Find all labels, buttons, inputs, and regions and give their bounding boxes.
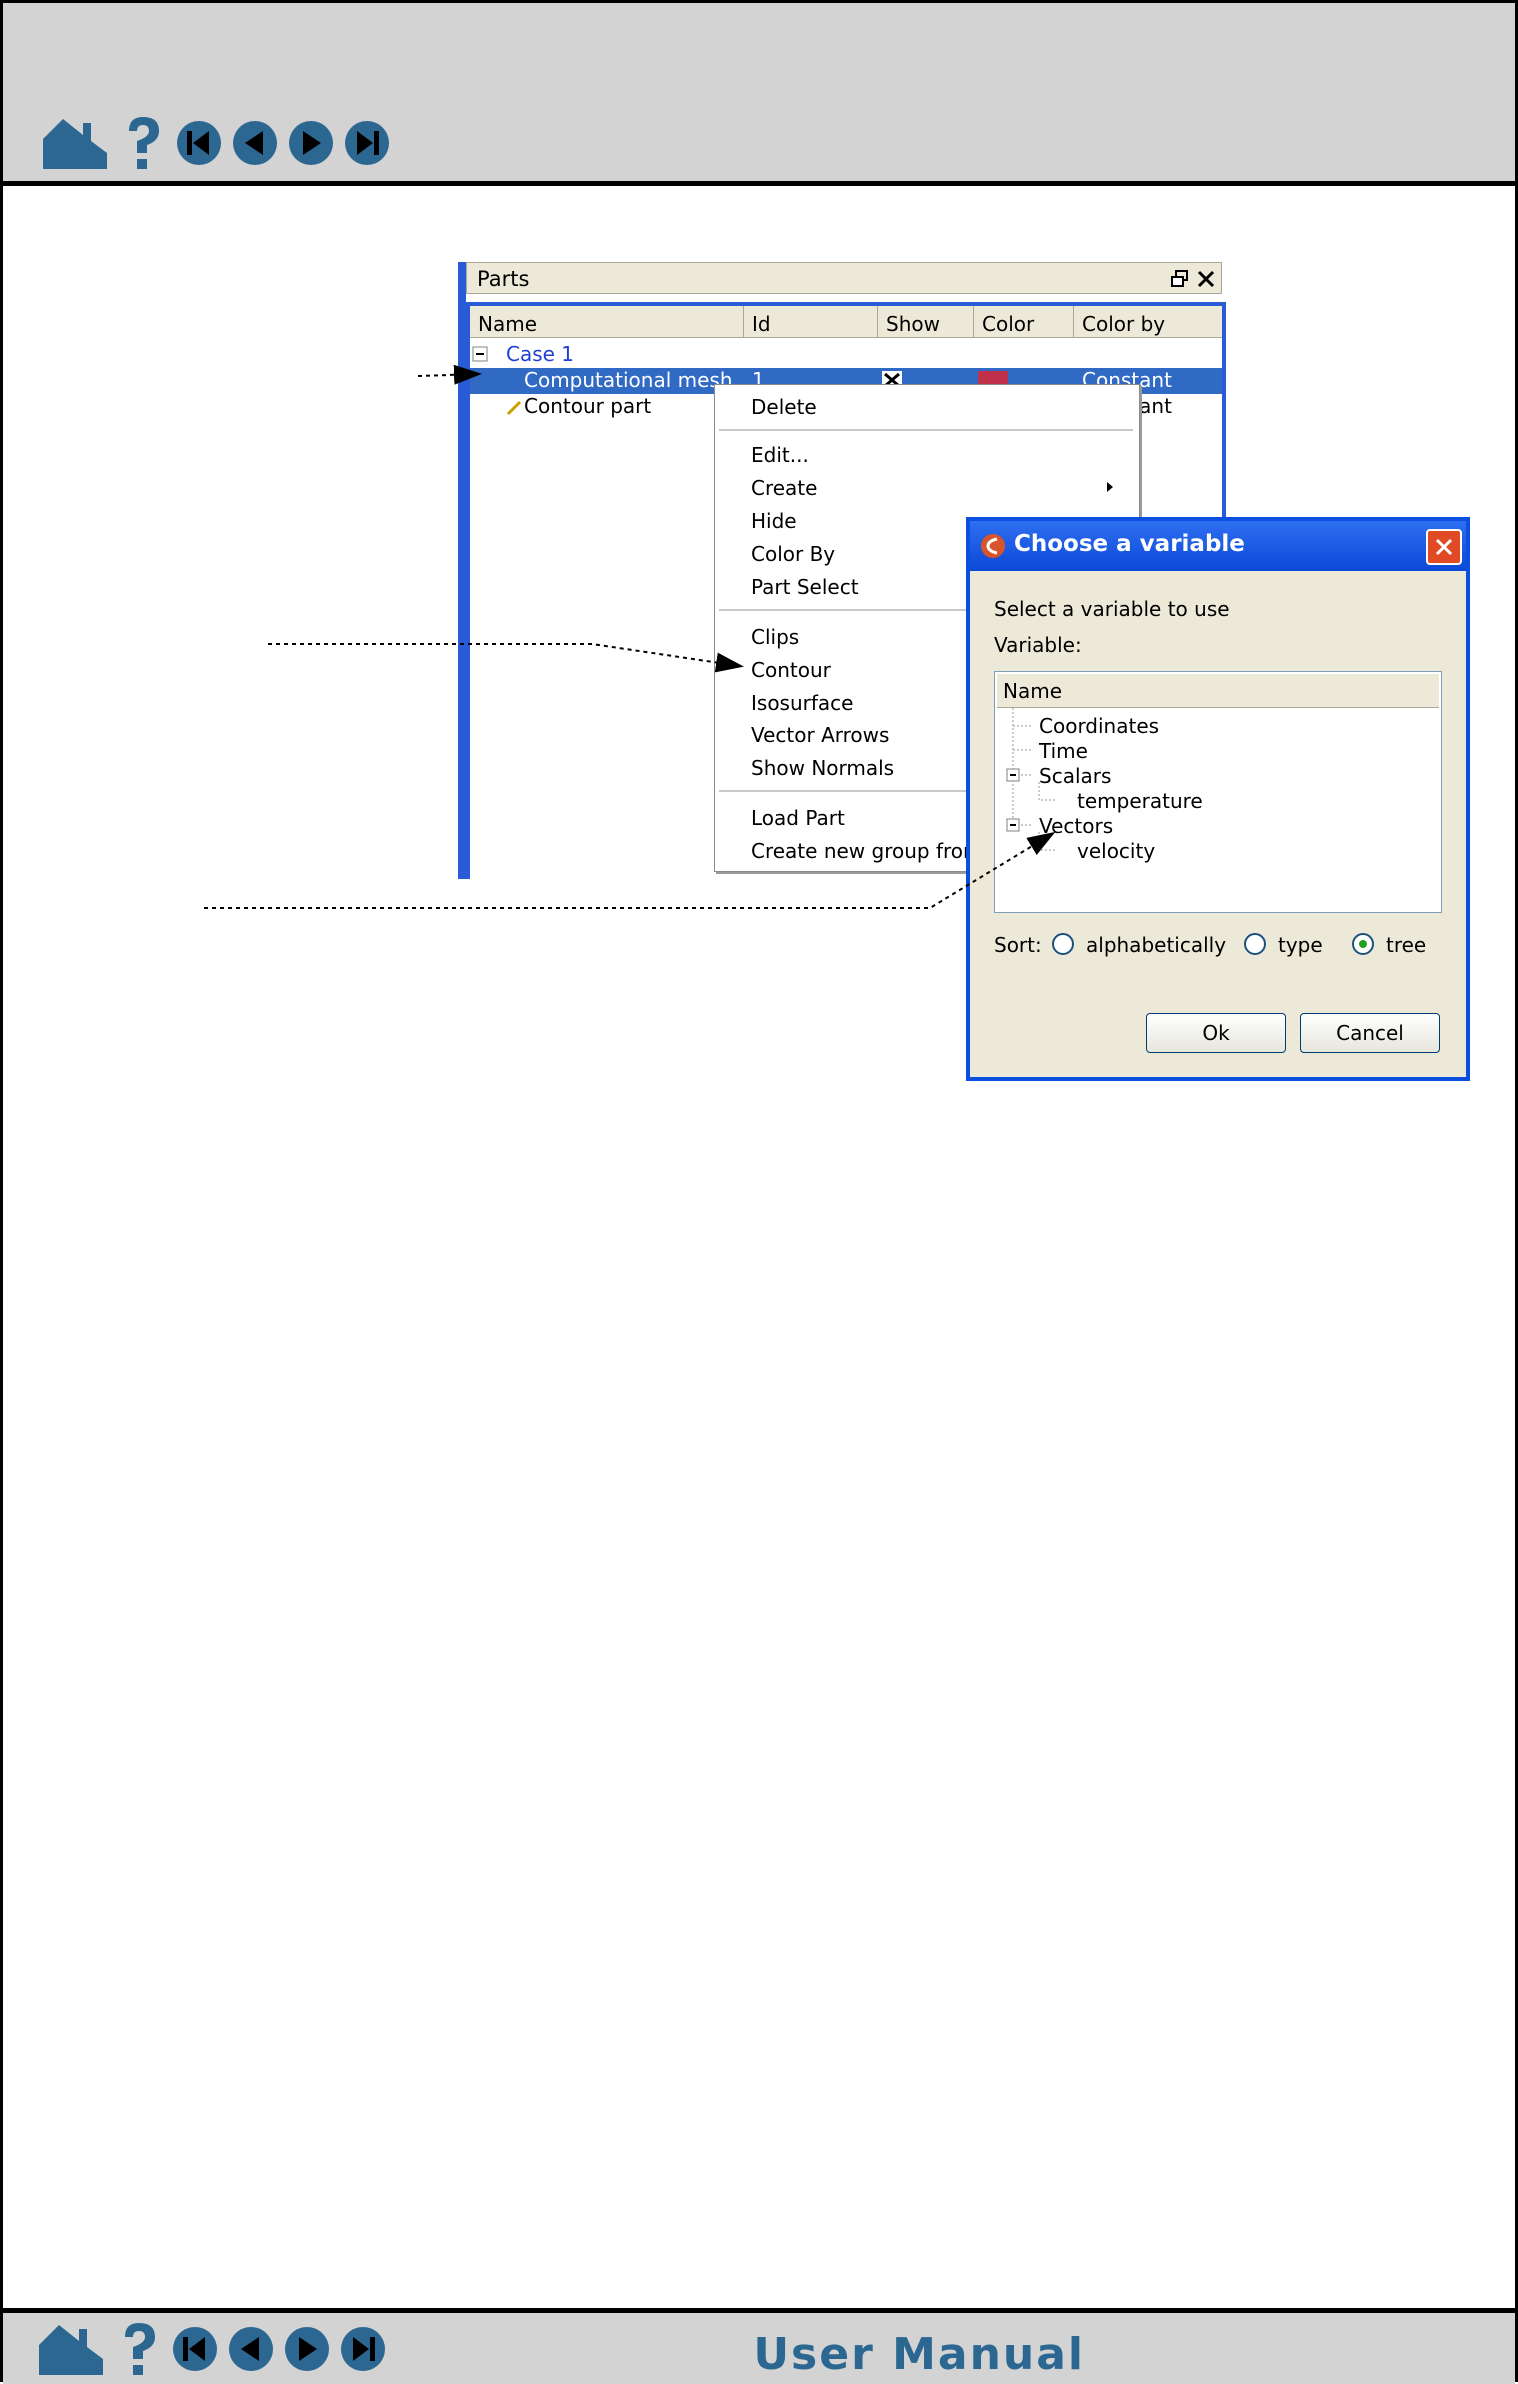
- manual-title: User Manual: [753, 2329, 1085, 2380]
- bottom-navigation-bar: User Manual: [3, 2308, 1515, 2384]
- callout-arrow-selected-part: [417, 364, 482, 385]
- annotation-callouts: [204, 364, 1056, 909]
- callout-arrow-contour: [268, 643, 744, 673]
- home-icon[interactable]: [35, 2319, 107, 2379]
- next-page-icon[interactable]: [283, 2325, 331, 2373]
- callout-arrow-velocity: [204, 831, 1056, 909]
- previous-page-icon[interactable]: [227, 2325, 275, 2373]
- last-page-icon[interactable]: [339, 2325, 387, 2373]
- help-icon[interactable]: [115, 2319, 163, 2379]
- first-page-icon[interactable]: [171, 2325, 219, 2373]
- bottom-nav-icons: [35, 2319, 395, 2379]
